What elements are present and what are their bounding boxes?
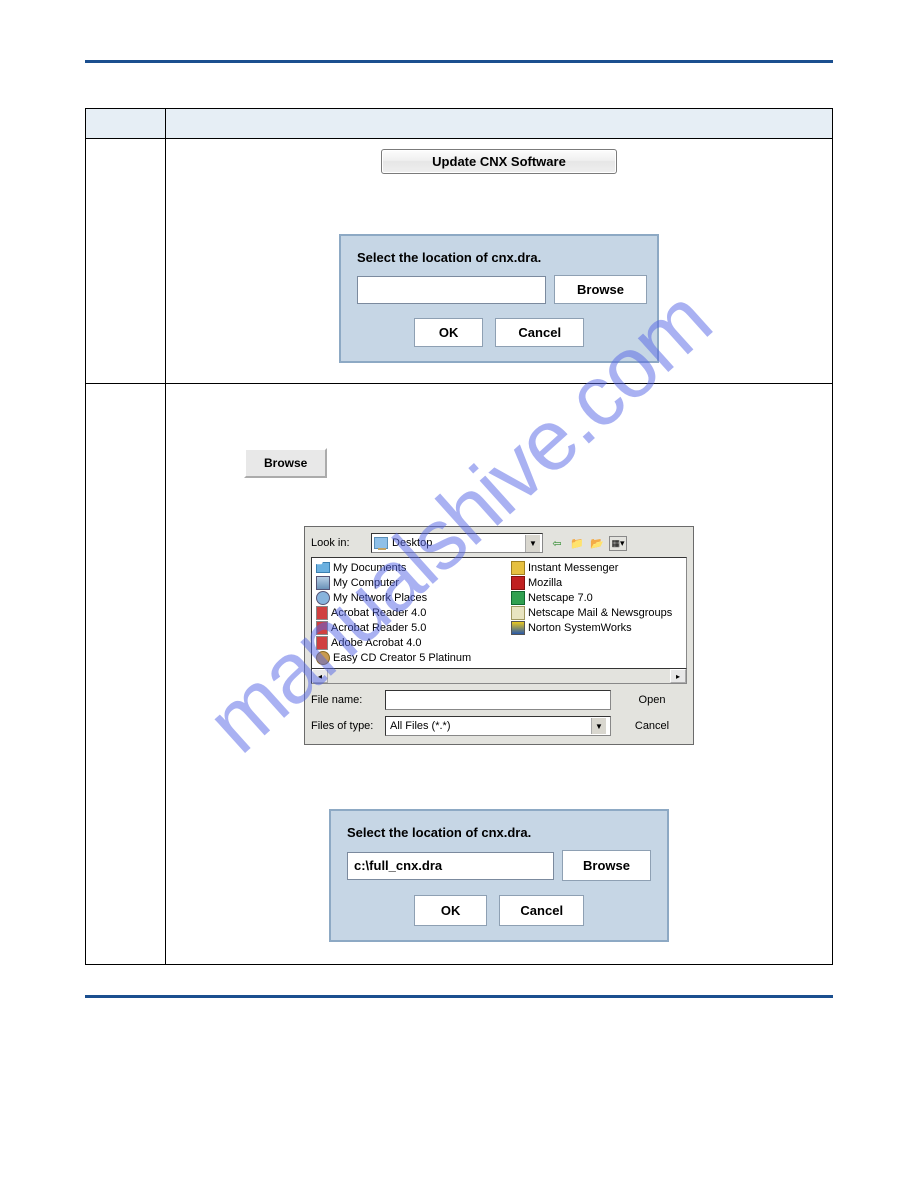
action-cell: Update CNX Software Select the location … — [166, 139, 833, 384]
step-header-cell — [86, 109, 166, 139]
footer-divider — [85, 995, 833, 998]
list-item: Netscape 7.0 — [511, 590, 682, 605]
list-item: My Network Places — [316, 590, 481, 605]
browse-button[interactable]: Browse — [554, 275, 647, 304]
browse-button-standalone[interactable]: Browse — [244, 448, 327, 478]
mail-icon — [511, 606, 525, 620]
netscape-icon — [511, 591, 525, 605]
mozilla-icon — [511, 576, 525, 590]
table-row: Browse Look in: Desktop ▼ ⇦ — [86, 384, 833, 965]
desktop-icon — [374, 537, 388, 549]
step-cell — [86, 139, 166, 384]
list-item: Acrobat Reader 4.0 — [316, 605, 481, 620]
list-item: Adobe Acrobat 4.0 — [316, 635, 481, 650]
list-item: Netscape Mail & Newsgroups — [511, 605, 682, 620]
ok-button[interactable]: OK — [414, 895, 488, 926]
chevron-down-icon[interactable]: ▼ — [525, 535, 540, 552]
norton-icon — [511, 621, 525, 635]
list-item: Easy CD Creator 5 Platinum — [316, 650, 481, 665]
up-one-level-icon[interactable]: 📁 — [569, 535, 585, 551]
browse-button[interactable]: Browse — [562, 850, 651, 881]
file-name-input[interactable] — [385, 690, 611, 710]
ok-button[interactable]: OK — [414, 318, 484, 347]
app-icon — [316, 651, 330, 665]
header-divider — [85, 60, 833, 63]
open-button[interactable]: Open — [617, 692, 687, 708]
cancel-button[interactable]: Cancel — [495, 318, 584, 347]
location-input[interactable] — [357, 276, 546, 304]
scroll-left-icon[interactable]: ◂ — [312, 669, 328, 683]
look-in-label: Look in: — [311, 537, 365, 549]
table-row: Update CNX Software Select the location … — [86, 139, 833, 384]
back-arrow-icon[interactable]: ⇦ — [549, 535, 565, 551]
file-open-dialog: Look in: Desktop ▼ ⇦ 📁 📂 ▦▾ — [304, 526, 694, 745]
horizontal-scrollbar[interactable]: ◂ ▸ — [311, 668, 687, 684]
list-item: My Documents — [316, 560, 481, 575]
app-icon — [511, 561, 525, 575]
acrobat-icon — [316, 621, 328, 635]
file-list[interactable]: My Documents My Computer My Network Plac… — [311, 557, 687, 669]
dialog-title: Select the location of cnx.dra. — [357, 250, 641, 265]
computer-icon — [316, 576, 330, 590]
folder-icon — [316, 562, 330, 573]
new-folder-icon[interactable]: 📂 — [589, 535, 605, 551]
cancel-button[interactable]: Cancel — [617, 718, 687, 734]
list-item: Mozilla — [511, 575, 682, 590]
update-cnx-software-button[interactable]: Update CNX Software — [381, 149, 617, 174]
steps-table: Update CNX Software Select the location … — [85, 108, 833, 965]
look-in-value: Desktop — [392, 537, 432, 549]
list-item: Acrobat Reader 5.0 — [316, 620, 481, 635]
acrobat-icon — [316, 636, 328, 650]
list-item: My Computer — [316, 575, 481, 590]
chevron-down-icon[interactable]: ▼ — [591, 718, 606, 734]
view-menu-icon[interactable]: ▦▾ — [609, 536, 627, 551]
select-location-dialog-2: Select the location of cnx.dra. Browse O… — [329, 809, 669, 942]
acrobat-icon — [316, 606, 328, 620]
list-item: Instant Messenger — [511, 560, 682, 575]
cancel-button[interactable]: Cancel — [499, 895, 584, 926]
file-name-label: File name: — [311, 694, 379, 706]
network-icon — [316, 591, 330, 605]
scroll-right-icon[interactable]: ▸ — [670, 669, 686, 683]
files-of-type-dropdown[interactable]: All Files (*.*) ▼ — [385, 716, 611, 736]
look-in-dropdown[interactable]: Desktop ▼ — [371, 533, 543, 553]
table-header-row — [86, 109, 833, 139]
list-item: Norton SystemWorks — [511, 620, 682, 635]
files-of-type-label: Files of type: — [311, 720, 379, 732]
location-input[interactable] — [347, 852, 554, 880]
dialog-title: Select the location of cnx.dra. — [347, 825, 651, 840]
files-of-type-value: All Files (*.*) — [390, 720, 451, 732]
step-cell — [86, 384, 166, 965]
action-header-cell — [166, 109, 833, 139]
select-location-dialog-1: Select the location of cnx.dra. Browse O… — [339, 234, 659, 363]
action-cell: Browse Look in: Desktop ▼ ⇦ — [166, 384, 833, 965]
